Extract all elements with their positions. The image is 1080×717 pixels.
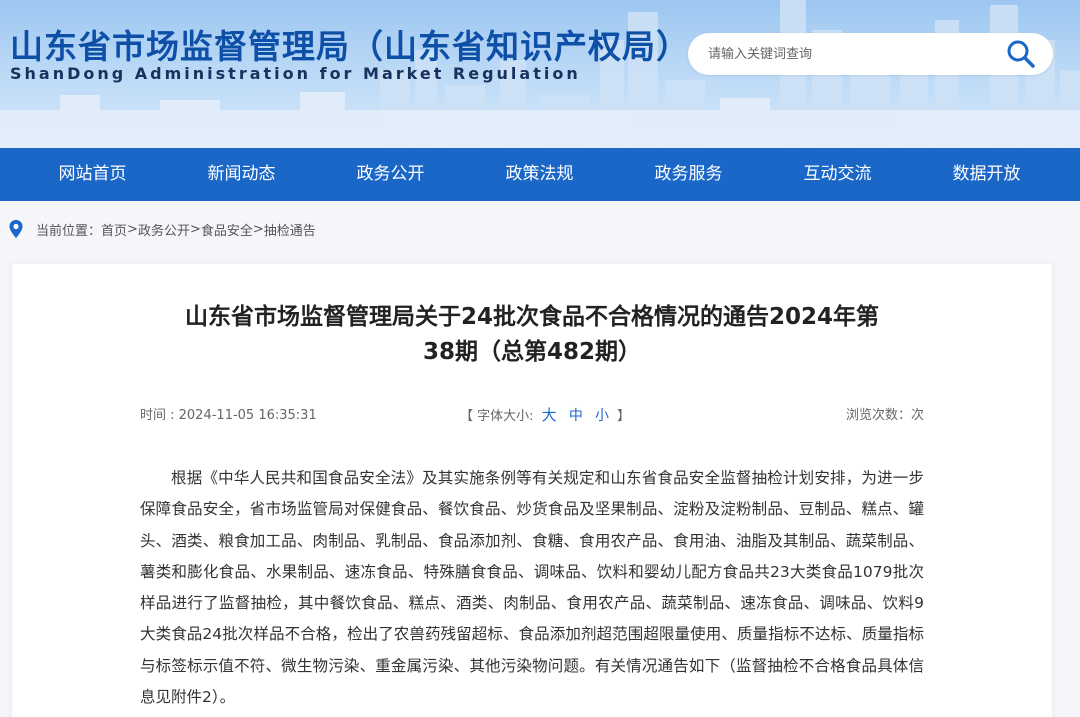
article-card: 山东省市场监督管理局关于24批次食品不合格情况的通告2024年第 38期（总第4… [12, 264, 1052, 717]
article-title-line1: 山东省市场监督管理局关于24批次食品不合格情况的通告2024年第 [184, 304, 880, 330]
nav-item-policies[interactable]: 政策法规 [465, 148, 614, 201]
search-box [688, 33, 1053, 75]
article-body: 根据《中华人民共和国食品安全法》及其实施条例等有关规定和山东省食品安全监督抽检计… [140, 469, 924, 707]
font-size-close-bracket: 】 [617, 409, 631, 424]
nav-item-news[interactable]: 新闻动态 [167, 148, 316, 201]
search-input[interactable] [708, 33, 998, 75]
breadcrumb-label: 当前位置： [36, 223, 102, 239]
publish-time: 时间 : 2024-11-05 16:35:31 [140, 408, 317, 423]
search-icon [1007, 40, 1035, 68]
header-banner: 山东省市场监督管理局（山东省知识产权局） ShanDong Administra… [0, 0, 1080, 148]
nav-item-open-data[interactable]: 数据开放 [912, 148, 1061, 201]
font-size-medium-button[interactable]: 中 [569, 408, 583, 424]
font-size-small-button[interactable]: 小 [595, 408, 609, 424]
view-count: 浏览次数：次 [845, 408, 924, 423]
font-size-label: 【 字体大小: [460, 409, 534, 424]
nav-item-services[interactable]: 政务服务 [614, 148, 763, 201]
nav-item-interaction[interactable]: 互动交流 [763, 148, 912, 201]
breadcrumb-separator: > [189, 221, 201, 237]
site-subtitle: ShanDong Administration for Market Regul… [10, 64, 581, 83]
font-size-control: 【 字体大小: 大 中 小 】 [460, 404, 630, 425]
main-nav: 网站首页 新闻动态 政务公开 政策法规 政务服务 互动交流 数据开放 [0, 148, 1080, 201]
nav-item-gov-affairs[interactable]: 政务公开 [316, 148, 465, 201]
breadcrumb-gov-affairs[interactable]: 政务公开 [138, 220, 190, 239]
location-pin-icon [9, 220, 23, 238]
font-size-large-button[interactable]: 大 [542, 406, 557, 424]
breadcrumb-inspection-notice[interactable]: 抽检通告 [264, 220, 316, 239]
nav-item-home[interactable]: 网站首页 [18, 148, 167, 201]
search-button[interactable] [1004, 37, 1038, 71]
site-title: 山东省市场监督管理局（山东省知识产权局） [10, 27, 690, 66]
article-meta: 时间 : 2024-11-05 16:35:31 【 字体大小: 大 中 小 】… [140, 404, 924, 424]
breadcrumb-separator: > [252, 221, 264, 237]
article-title: 山东省市场监督管理局关于24批次食品不合格情况的通告2024年第 38期（总第4… [132, 300, 932, 370]
article-title-line2: 38期（总第482期） [422, 339, 642, 365]
breadcrumb-separator: > [127, 221, 138, 237]
breadcrumb: 当前位置： 首页 > 政务公开 > 食品安全 > 抽检通告 [8, 218, 316, 240]
breadcrumb-food-safety[interactable]: 食品安全 [201, 220, 253, 239]
breadcrumb-home[interactable]: 首页 [101, 220, 127, 239]
